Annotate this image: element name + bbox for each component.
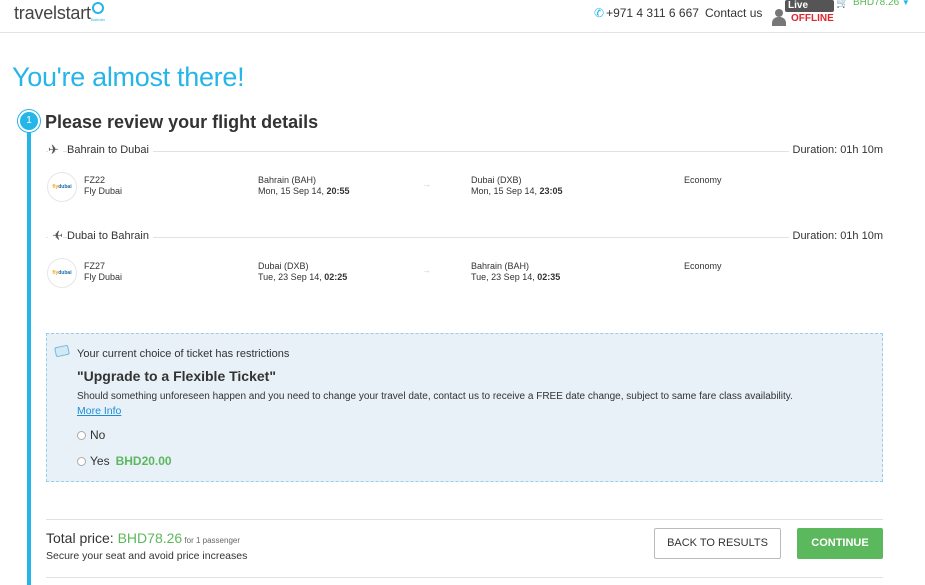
total-price-amount: BHD78.26 xyxy=(117,530,183,546)
radio-yes[interactable] xyxy=(77,456,86,466)
logo-subtitle: Bahrain xyxy=(91,17,105,22)
step-number-badge: 1 xyxy=(18,110,40,132)
continue-button[interactable]: CONTINUE xyxy=(797,528,883,559)
secure-seat-text: Secure your seat and avoid price increas… xyxy=(46,550,248,562)
arrival-info: Dubai (DXB) Mon, 15 Sep 14, 23:05 xyxy=(471,175,563,197)
divider xyxy=(46,237,883,238)
more-info-link[interactable]: More Info xyxy=(77,405,121,417)
cart-total-value: BHD78.26 xyxy=(853,0,900,8)
cabin-class: Economy xyxy=(684,175,722,185)
airline-logo: flydubai xyxy=(47,172,77,202)
divider xyxy=(46,151,883,152)
airline-logo: flydubai xyxy=(47,258,77,288)
divider xyxy=(46,519,883,520)
arrival-info: Bahrain (BAH) Tue, 23 Sep 14, 02:35 xyxy=(471,261,560,283)
live-chat-status: OFFLINE xyxy=(791,13,834,24)
upgrade-description: Should something unforeseen happen and y… xyxy=(77,391,793,402)
site-header: travelstart Bahrain ✆ +971 4 311 6 667 C… xyxy=(0,0,925,33)
arrival-date: Mon, 15 Sep 14, xyxy=(471,186,540,196)
page-title: You're almost there! xyxy=(12,62,245,92)
departure-date: Mon, 15 Sep 14, xyxy=(258,186,327,196)
airline-name: Fly Dubai xyxy=(84,272,123,282)
arrival-time: 02:35 xyxy=(537,272,561,282)
leg-route: Bahrain to Dubai xyxy=(67,144,153,156)
leg-duration: Duration: 01h 10m xyxy=(788,144,883,156)
cart-total[interactable]: BHD78.26 ▼ xyxy=(853,0,910,8)
caret-down-icon: ▼ xyxy=(901,0,910,7)
flight-row-return: flydubai FZ27 Fly Dubai Dubai (DXB) Tue,… xyxy=(46,258,883,294)
arrival-time: 23:05 xyxy=(539,186,563,196)
arrival-date: Tue, 23 Sep 14, xyxy=(471,272,538,282)
cart-icon[interactable]: 🛒 xyxy=(836,0,848,9)
arrow-right-icon: → xyxy=(422,179,431,189)
total-price: Total price: BHD78.26 for 1 passenger xyxy=(46,530,240,546)
leg-duration: Duration: 01h 10m xyxy=(788,230,883,242)
back-to-results-button[interactable]: BACK TO RESULTS xyxy=(654,528,781,559)
departure-time: 20:55 xyxy=(326,186,350,196)
step-title: Please review your flight details xyxy=(45,112,319,132)
plane-arrival-icon: ✈ xyxy=(48,228,63,244)
logo-text: travelstart xyxy=(14,3,91,23)
phone-text: +971 4 311 6 667 xyxy=(606,6,699,20)
departure-time: 02:25 xyxy=(324,272,348,282)
passenger-count: for 1 passenger xyxy=(182,536,240,545)
departure-airport: Bahrain (BAH) xyxy=(258,175,317,185)
step-progress-line xyxy=(27,117,31,585)
flight-number: FZ27 xyxy=(84,261,106,271)
option-yes-label: Yes xyxy=(90,454,110,468)
departure-info: Bahrain (BAH) Mon, 15 Sep 14, 20:55 xyxy=(258,175,350,197)
user-icon xyxy=(772,9,786,27)
phone-icon: ✆ xyxy=(594,6,605,20)
live-chat-widget[interactable]: Live Chat OFFLINE xyxy=(770,0,834,30)
flight-info: FZ22 Fly Dubai xyxy=(84,175,122,197)
departure-date: Tue, 23 Sep 14, xyxy=(258,272,325,282)
contact-us-link[interactable]: Contact us xyxy=(705,6,762,20)
ticket-icon xyxy=(54,344,70,358)
logo-ring-icon xyxy=(92,2,104,14)
phone-number[interactable]: ✆ +971 4 311 6 667 xyxy=(594,6,699,20)
logo[interactable]: travelstart xyxy=(14,3,91,24)
divider xyxy=(46,577,883,578)
leg-route: Dubai to Bahrain xyxy=(67,230,153,242)
live-chat-label: Live Chat xyxy=(785,0,834,23)
option-no-label: No xyxy=(90,428,106,442)
flight-row-outbound: flydubai FZ22 Fly Dubai Bahrain (BAH) Mo… xyxy=(46,172,883,208)
total-price-label: Total price: xyxy=(46,530,118,546)
flight-number: FZ22 xyxy=(84,175,106,185)
upgrade-title: "Upgrade to a Flexible Ticket" xyxy=(77,368,276,384)
upgrade-price: BHD20.00 xyxy=(115,454,172,468)
flight-info: FZ27 Fly Dubai xyxy=(84,261,122,283)
leg-header-outbound: ✈ Bahrain to Dubai Duration: 01h 10m xyxy=(46,142,883,161)
leg-header-return: ✈ Dubai to Bahrain Duration: 01h 10m xyxy=(46,228,883,247)
option-no[interactable]: No xyxy=(77,428,105,442)
departure-info: Dubai (DXB) Tue, 23 Sep 14, 02:25 xyxy=(258,261,347,283)
airline-name: Fly Dubai xyxy=(84,186,123,196)
radio-no[interactable] xyxy=(77,430,86,440)
ticket-restriction-panel: Your current choice of ticket has restri… xyxy=(46,333,883,482)
cabin-class: Economy xyxy=(684,261,722,271)
restriction-message: Your current choice of ticket has restri… xyxy=(77,348,290,360)
plane-departure-icon: ✈ xyxy=(48,142,63,158)
arrival-airport: Dubai (DXB) xyxy=(471,175,522,185)
arrival-airport: Bahrain (BAH) xyxy=(471,261,530,271)
arrow-right-icon: → xyxy=(422,265,431,275)
option-yes[interactable]: Yes BHD20.00 xyxy=(77,454,172,468)
departure-airport: Dubai (DXB) xyxy=(258,261,309,271)
